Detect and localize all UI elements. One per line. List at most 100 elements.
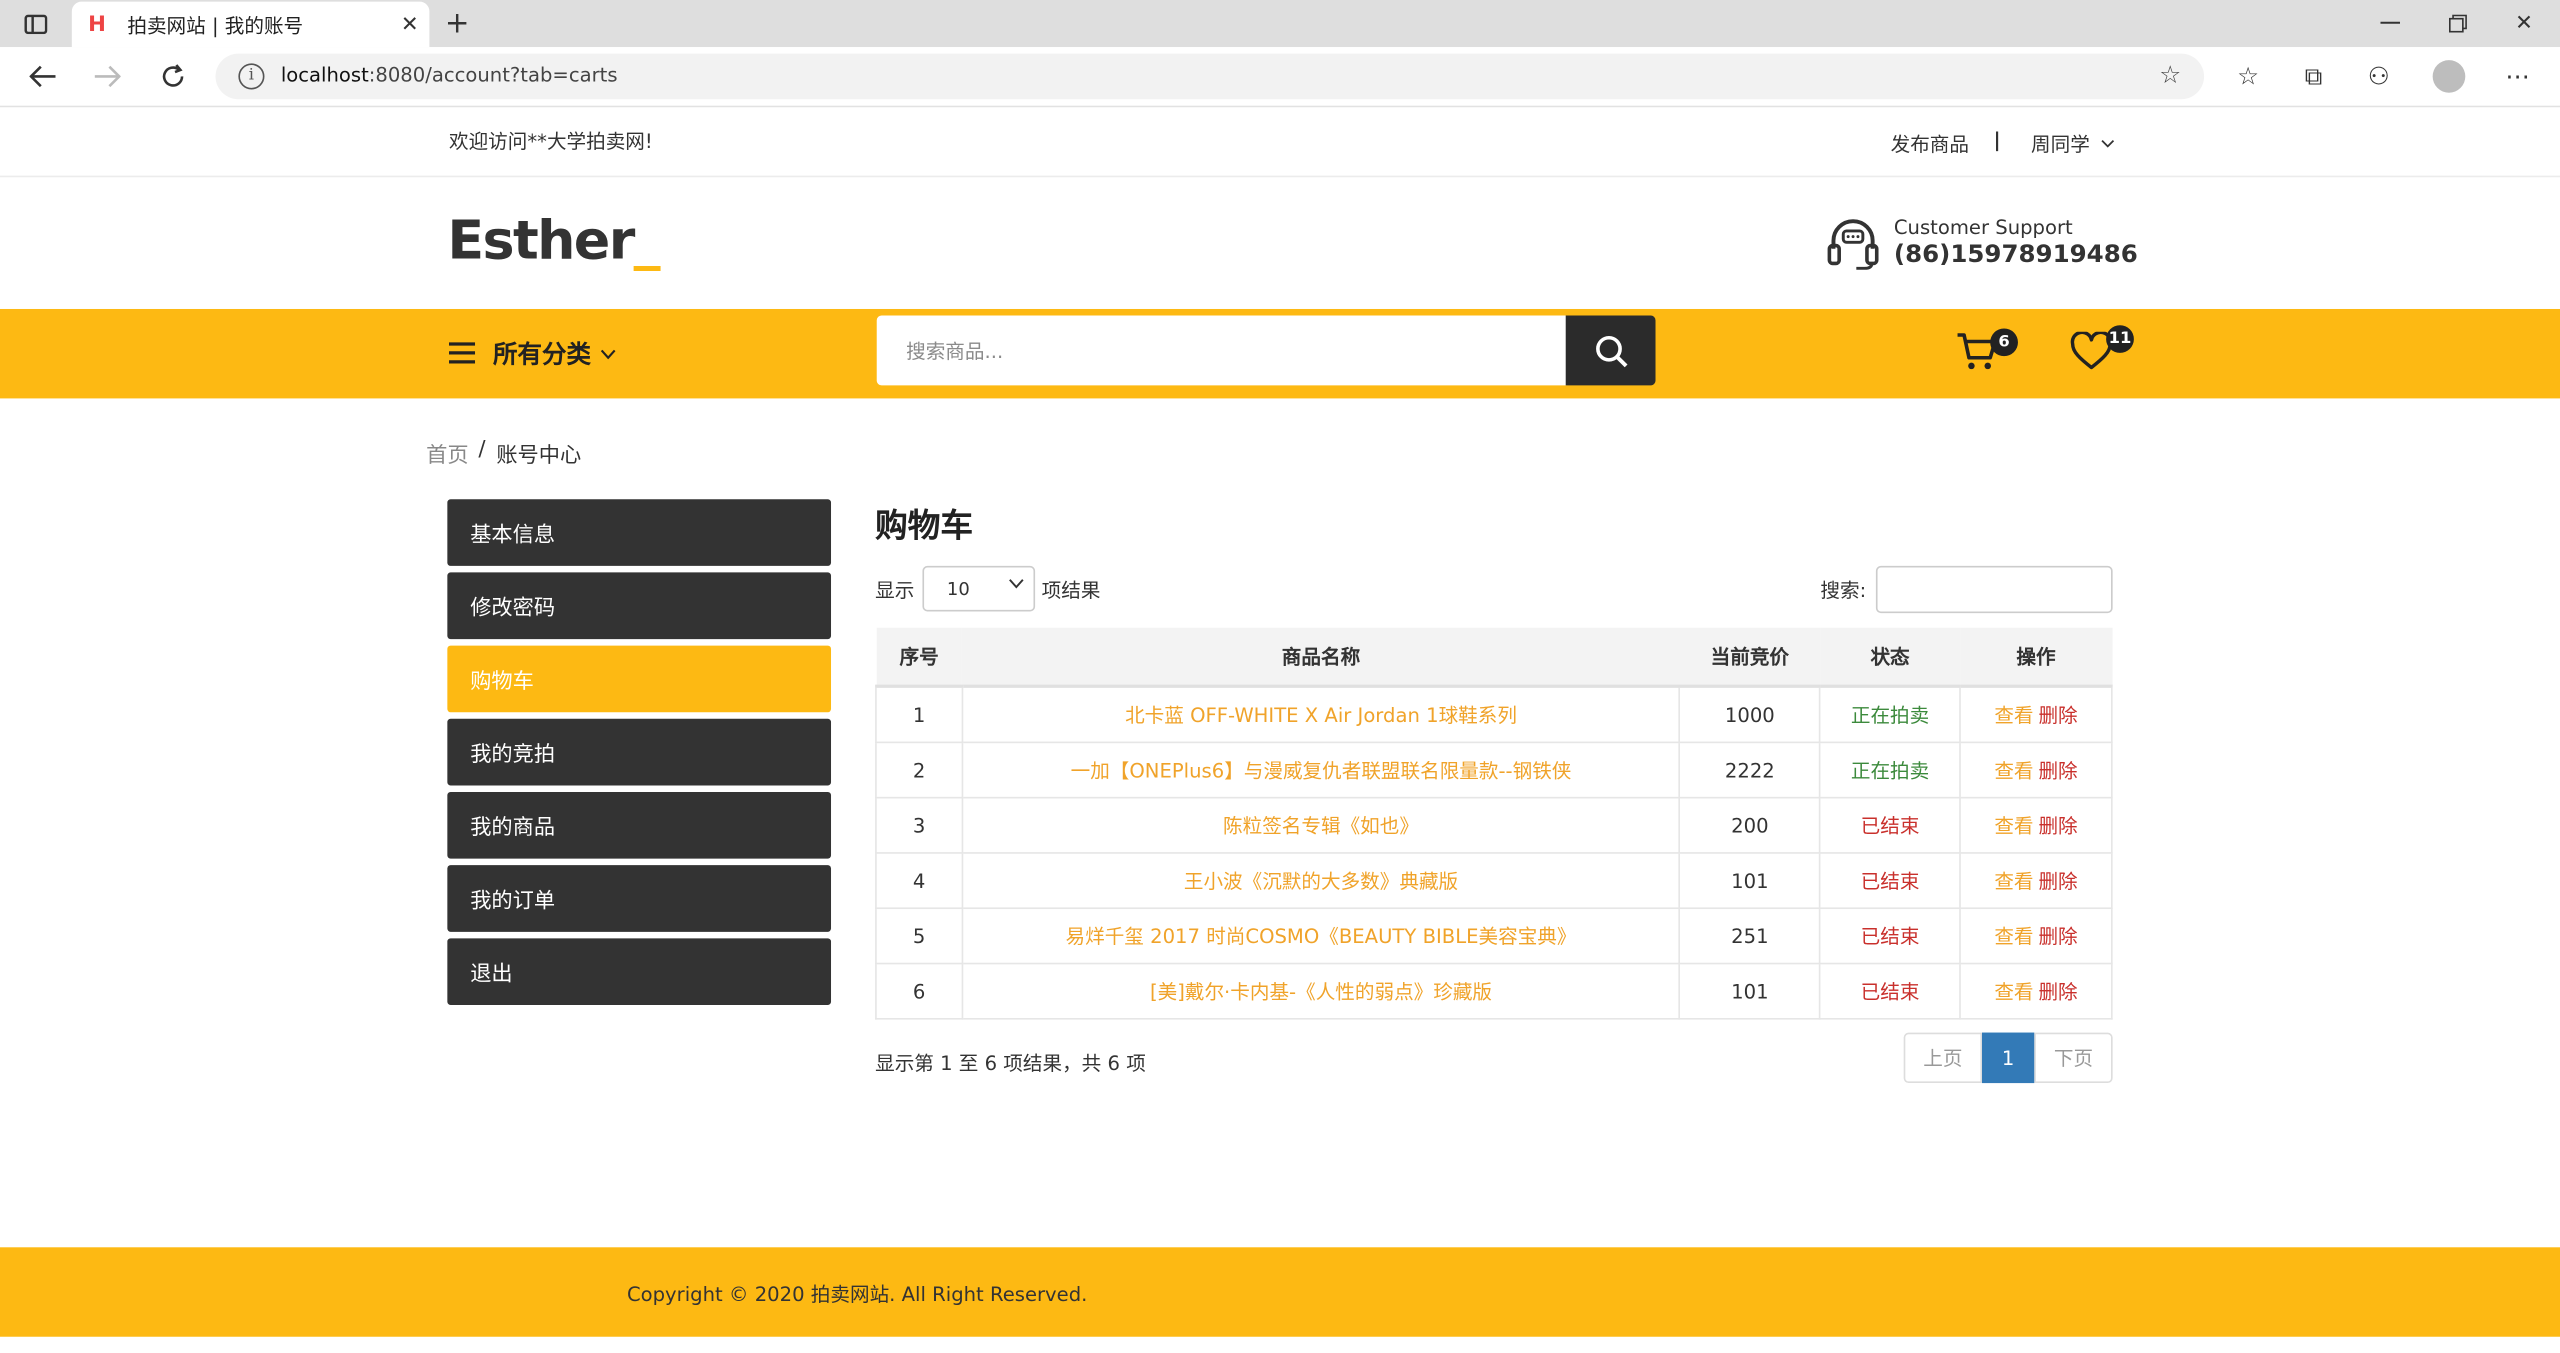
browser-tab[interactable]: H 拍卖网站 | 我的账号 ✕ (71, 1, 430, 48)
breadcrumb-home[interactable]: 首页 (426, 437, 468, 468)
tab-actions-icon[interactable] (7, 0, 66, 47)
support-label: Customer Support (1893, 216, 2073, 240)
restore-icon[interactable] (2433, 7, 2482, 40)
view-link[interactable]: 查看 (1994, 870, 2033, 893)
row-no: 4 (875, 852, 964, 910)
topbar-separator: | (1993, 128, 2001, 152)
col-header-no[interactable]: 序号 (875, 627, 963, 688)
product-name-link[interactable]: [美]戴尔·卡内基-《人性的弱点》珍藏版 (1150, 981, 1492, 1004)
status-badge: 正在拍卖 (1850, 759, 1930, 783)
refresh-icon[interactable] (153, 59, 192, 95)
hamburger-menu-icon[interactable] (448, 342, 476, 365)
row-no: 1 (875, 685, 964, 744)
pagination: 上页 1 下页 (1903, 1032, 2113, 1084)
collections-icon[interactable]: ⧉ (2296, 59, 2332, 95)
status-badge: 已结束 (1860, 925, 1920, 949)
sidebar-item-my-bids[interactable]: 我的竞拍 (447, 718, 832, 786)
table-row: 5 易烊千玺 2017 时尚COSMO《BEAUTY BIBLE美容宝典》 25… (875, 907, 2113, 965)
support-phone: (86)15978919486 (1893, 239, 2138, 269)
row-price: 251 (1678, 907, 1821, 965)
col-header-name[interactable]: 商品名称 (962, 627, 1680, 688)
delete-link[interactable]: 删除 (2038, 815, 2077, 838)
search-button[interactable] (1565, 315, 1656, 386)
table-row: 6 [美]戴尔·卡内基-《人性的弱点》珍藏版 101 已结束 查看 删除 (875, 962, 2113, 1020)
site-topbar (0, 107, 2560, 178)
url-text: localhost:8080/account?tab=carts (280, 63, 618, 87)
product-search-input[interactable] (876, 315, 1568, 386)
sidebar-item-my-products[interactable]: 我的商品 (447, 791, 832, 859)
all-categories-dropdown[interactable]: 所有分类 (493, 337, 616, 371)
profile-avatar-icon[interactable] (2432, 60, 2466, 93)
table-info: 显示第 1 至 6 项结果，共 6 项 (875, 1052, 1146, 1075)
page-title: 购物车 (875, 505, 974, 545)
chevron-down-icon (2101, 140, 2114, 148)
row-no: 3 (875, 796, 964, 854)
address-bar[interactable]: i localhost:8080/account?tab=carts ☆ (215, 53, 2205, 100)
logo-suffix: _ (633, 208, 661, 272)
sidebar-item-my-orders[interactable]: 我的订单 (447, 865, 832, 932)
table-header-row: 序号 商品名称 当前竞价 状态 操作 (875, 627, 2112, 688)
prev-page-button[interactable]: 上页 (1903, 1032, 1983, 1084)
delete-link[interactable]: 删除 (2038, 870, 2077, 893)
col-header-status[interactable]: 状态 (1819, 627, 1961, 688)
product-name-link[interactable]: 易烊千玺 2017 时尚COSMO《BEAUTY BIBLE美容宝典》 (1066, 925, 1577, 948)
sidebar-item-cart[interactable]: 购物车 (447, 645, 832, 713)
view-link[interactable]: 查看 (1994, 759, 2033, 782)
welcome-text: 欢迎访问**大学拍卖网! (448, 130, 653, 153)
delete-link[interactable]: 删除 (2038, 704, 2077, 727)
close-window-icon[interactable]: ✕ (2500, 7, 2549, 40)
publish-link[interactable]: 发布商品 (1891, 130, 1969, 158)
extensions-icon[interactable]: ⚇ (2361, 59, 2397, 95)
delete-link[interactable]: 删除 (2038, 925, 2077, 948)
table-search-input[interactable] (1875, 565, 2113, 614)
product-name-link[interactable]: 陈粒签名专辑《如也》 (1223, 815, 1419, 838)
favorite-star-icon[interactable]: ☆ (2159, 60, 2181, 89)
forward-icon[interactable] (88, 59, 127, 95)
view-link[interactable]: 查看 (1994, 815, 2033, 838)
user-menu[interactable]: 周同学 (2031, 130, 2114, 158)
col-header-actions[interactable]: 操作 (1960, 627, 2112, 688)
row-price: 1000 (1678, 685, 1821, 744)
view-link[interactable]: 查看 (1994, 704, 2033, 727)
table-row: 1 北卡蓝 OFF-WHITE X Air Jordan 1球鞋系列 1000 … (875, 685, 2113, 744)
product-name-link[interactable]: 北卡蓝 OFF-WHITE X Air Jordan 1球鞋系列 (1125, 704, 1517, 727)
copyright-text: Copyright © 2020 拍卖网站. All Right Reserve… (626, 1283, 1088, 1306)
table-row: 4 王小波《沉默的大多数》典藏版 101 已结束 查看 删除 (875, 852, 2113, 910)
logo-text: Esther (447, 208, 635, 272)
site-info-icon[interactable]: i (238, 63, 265, 90)
sidebar-item-logout[interactable]: 退出 (447, 938, 832, 1005)
page-size-select[interactable]: 10 (922, 565, 1036, 612)
cart-count-badge: 6 (1990, 328, 2018, 357)
product-name-link[interactable]: 王小波《沉默的大多数》典藏版 (1184, 870, 1458, 893)
page-size-value: 10 (946, 578, 970, 601)
table-search-label: 搜索: (1820, 578, 1867, 602)
status-badge: 正在拍卖 (1850, 704, 1930, 727)
favorites-icon[interactable]: ☆ (2230, 59, 2266, 95)
back-icon[interactable] (23, 59, 62, 95)
status-badge: 已结束 (1860, 814, 1920, 838)
headset-icon (1827, 219, 1879, 270)
delete-link[interactable]: 删除 (2038, 981, 2077, 1004)
more-menu-icon[interactable]: ⋯ (2500, 59, 2536, 95)
product-name-link[interactable]: 一加【ONEPlus6】与漫威复仇者联盟联名限量款--钢铁侠 (1071, 759, 1572, 782)
search-icon (1595, 335, 1627, 367)
status-badge: 已结束 (1860, 870, 1920, 893)
page-1-button[interactable]: 1 (1982, 1032, 2035, 1084)
sidebar-item-basic-info[interactable]: 基本信息 (447, 499, 832, 566)
new-tab-icon[interactable]: + (441, 6, 474, 40)
row-price: 200 (1678, 796, 1821, 854)
all-categories-label: 所有分类 (493, 339, 592, 370)
site-logo[interactable]: Esther_ (447, 208, 661, 272)
minimize-icon[interactable] (2366, 7, 2415, 40)
close-tab-icon[interactable]: ✕ (390, 12, 429, 36)
site-favicon-icon: H (88, 12, 106, 37)
tab-title: 拍卖网站 | 我的账号 (127, 13, 304, 37)
row-no: 6 (875, 962, 964, 1020)
view-link[interactable]: 查看 (1994, 925, 2033, 948)
results-label: 项结果 (1041, 578, 1101, 602)
view-link[interactable]: 查看 (1994, 981, 2033, 1004)
delete-link[interactable]: 删除 (2038, 759, 2077, 782)
next-page-button[interactable]: 下页 (2034, 1032, 2113, 1084)
col-header-price[interactable]: 当前竞价 (1679, 627, 1820, 688)
sidebar-item-change-password[interactable]: 修改密码 (447, 572, 832, 640)
